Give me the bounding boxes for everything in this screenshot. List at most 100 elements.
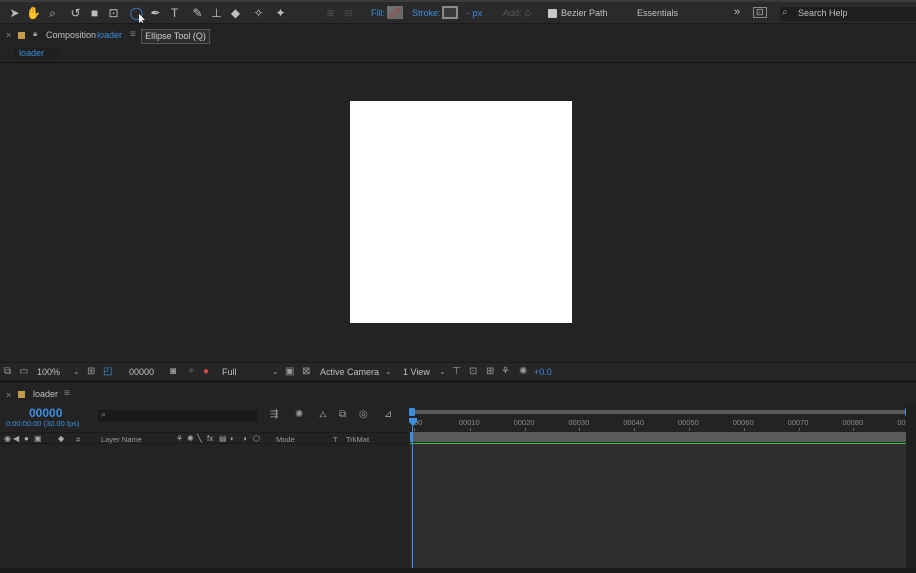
composition-canvas[interactable] — [350, 101, 572, 323]
close-icon[interactable]: × — [6, 30, 11, 40]
mode-header[interactable]: Mode — [276, 435, 295, 444]
resolution-select[interactable]: Full — [222, 367, 237, 377]
ruler-tick — [414, 428, 415, 431]
composition-icon — [18, 391, 25, 398]
current-time[interactable]: 00000 — [29, 406, 62, 420]
label-icon[interactable]: ◆ — [58, 434, 64, 443]
collapse-icon[interactable]: ✺ — [187, 434, 194, 443]
eraser-tool-icon[interactable]: ◆ — [227, 5, 244, 21]
lock-icon[interactable]: ▣ — [34, 434, 42, 443]
add-icon[interactable]: ⊙ — [524, 8, 532, 19]
layer-tracks[interactable] — [410, 444, 908, 573]
layer-search-input[interactable] — [98, 410, 258, 422]
layer-number-header: # — [76, 435, 81, 444]
frame-blending-icon[interactable]: ⧉ — [339, 409, 346, 420]
chevron-down-icon[interactable]: ⌄ — [439, 367, 446, 376]
stroke-width-value[interactable]: - px — [467, 8, 482, 18]
composition-duration-bar[interactable] — [410, 432, 908, 442]
workspace-overflow-icon[interactable]: » — [734, 6, 740, 18]
timeline-scroll-edge[interactable] — [906, 405, 916, 573]
color-channels-icon[interactable]: ● — [203, 366, 209, 377]
selection-tool-icon[interactable]: ➤ — [6, 5, 23, 21]
quality-icon[interactable]: ╲ — [197, 434, 202, 443]
pen-tool-icon[interactable]: ✒ — [147, 5, 164, 21]
view-layout-select[interactable]: 1 View — [403, 367, 430, 377]
3d-layer-icon[interactable]: ⬡ — [253, 434, 260, 443]
eye-icon[interactable]: ◉ — [4, 434, 11, 443]
composition-mini-flowchart-icon[interactable]: ⇶ — [270, 409, 278, 420]
frame-blend-icon[interactable]: ▤ — [219, 434, 227, 443]
tools-toolbar: ➤ ✋ ⌕ ↺ ■ ⊡ ◯ ✒ T ✎ ⊥ ◆ ✧ ✦ ⊞ ⊟ Fill: St… — [0, 2, 916, 24]
audio-icon[interactable]: ◀ — [13, 434, 19, 443]
monitor-icon[interactable]: ▭ — [19, 366, 28, 377]
composition-tabs: loader — [0, 45, 916, 61]
trkmat-header[interactable]: TrkMat — [346, 435, 369, 444]
time-ruler[interactable]: 00 00010 00020 00030 00040 00050 00060 00070 000… — [410, 416, 914, 431]
tab-loader[interactable]: loader — [14, 47, 60, 59]
chevron-down-icon[interactable]: ⌄ — [73, 367, 80, 376]
chevron-down-icon[interactable]: ⌄ — [272, 367, 279, 376]
puppet-pin-tool-icon[interactable]: ✦ — [272, 5, 289, 21]
snapping-icon[interactable]: ⊞ — [322, 5, 339, 21]
solo-icon[interactable]: ● — [24, 434, 29, 443]
workspace-label[interactable]: Essentials — [637, 8, 678, 18]
panel-menu-icon[interactable]: ≡ — [64, 388, 70, 399]
timeline-ruler-area[interactable]: 00 00010 00020 00030 00040 00050 00060 00070 000… — [408, 406, 916, 573]
flowchart-icon[interactable]: ⚘ — [501, 366, 510, 377]
motion-blur-icon[interactable]: ◎ — [359, 409, 368, 420]
type-tool-icon[interactable]: T — [166, 5, 183, 21]
close-icon[interactable]: × — [6, 390, 11, 400]
composition-prefix: Composition — [46, 30, 97, 40]
region-of-interest-icon[interactable]: ▣ — [285, 366, 294, 377]
chevron-down-icon[interactable]: ⌄ — [385, 367, 392, 376]
motion-blur-col-icon[interactable]: ◐ — [230, 434, 235, 443]
add-label: Add: — [503, 8, 522, 18]
ruler-tick-label: 00060 — [732, 418, 754, 427]
exposure-value[interactable]: +0.0 — [534, 367, 552, 377]
zoom-level[interactable]: 100% — [37, 367, 60, 377]
camera-snapshot-icon[interactable]: ◙ — [170, 366, 176, 377]
rotation-tool-icon[interactable]: ↺ — [67, 5, 84, 21]
lock-icon[interactable]: 🔒︎ — [33, 29, 37, 39]
panel-menu-icon[interactable]: ≡ — [130, 29, 136, 40]
always-preview-icon[interactable]: ⧉ — [4, 366, 11, 377]
stroke-swatch[interactable] — [442, 6, 458, 19]
work-area-bar[interactable] — [410, 410, 908, 414]
playhead-line[interactable] — [412, 418, 413, 573]
hand-tool-icon[interactable]: ✋ — [25, 5, 42, 21]
bezier-path-checkbox[interactable] — [548, 9, 557, 18]
fit-icon[interactable]: ⊞ — [87, 366, 95, 377]
search-toggle-icon[interactable]: ⊡ — [753, 7, 767, 18]
zoom-tool-icon[interactable]: ⌕ — [44, 5, 61, 21]
viewer-timecode[interactable]: 00000 — [129, 367, 154, 377]
brush-tool-icon[interactable]: ✎ — [189, 5, 206, 21]
layer-list[interactable] — [0, 444, 408, 573]
camera-select[interactable]: Active Camera — [320, 367, 379, 377]
transparency-grid-icon[interactable]: ⊠ — [302, 366, 310, 377]
fill-swatch[interactable] — [387, 6, 403, 19]
hide-shy-layers-icon[interactable]: ⛼ — [319, 409, 327, 422]
effects-icon[interactable]: fx — [207, 434, 213, 443]
roto-brush-tool-icon[interactable]: ✧ — [250, 5, 267, 21]
pan-behind-tool-icon[interactable]: ⊡ — [105, 5, 122, 21]
layer-name-header[interactable]: Layer Name — [101, 435, 142, 444]
clone-stamp-tool-icon[interactable]: ⊥ — [208, 5, 225, 21]
toggle-pixel-aspect-icon[interactable]: ⊤ — [452, 366, 461, 377]
fast-previews-icon[interactable]: ⊡ — [469, 366, 477, 377]
align-icon[interactable]: ⊟ — [340, 5, 357, 21]
timeline-comp-name[interactable]: loader — [33, 389, 58, 399]
camera-tool-icon[interactable]: ■ — [86, 5, 103, 21]
search-icon: ⌕ — [782, 7, 788, 18]
ruler-tick-label: 00020 — [513, 418, 535, 427]
timeline-icon[interactable]: ⊞ — [486, 366, 494, 377]
switches-icon[interactable]: ⚘ — [176, 434, 183, 443]
exposure-icon[interactable]: ✺ — [519, 366, 527, 377]
adjustment-layer-icon[interactable]: ◑ — [242, 434, 247, 443]
graph-editor-icon[interactable]: ⊿ — [384, 409, 392, 420]
viewer-controls-bar: ⧉ ▭ 100% ⌄ ⊞ ◰ 00000 ◙ ⚭ ● Full ⌄ ▣ ⊠ Ac… — [0, 362, 916, 380]
mask-visibility-icon[interactable]: ◰ — [103, 366, 112, 377]
draft-3d-icon[interactable]: ✺ — [295, 409, 303, 420]
composition-name[interactable]: loader — [97, 30, 122, 40]
show-snapshot-icon[interactable]: ⚭ — [187, 366, 195, 377]
work-area-start-handle[interactable] — [409, 408, 415, 416]
